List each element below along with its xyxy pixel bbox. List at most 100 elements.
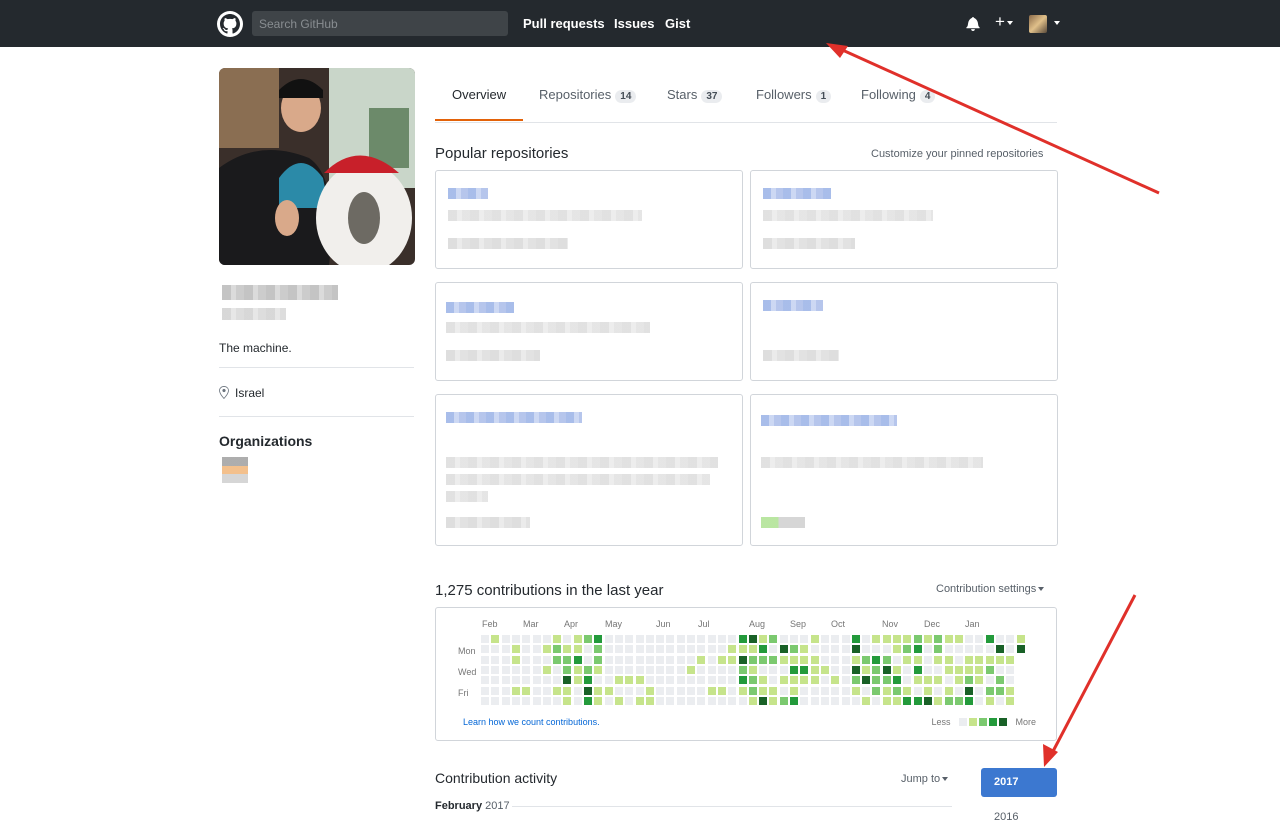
contribution-day-cell[interactable]	[893, 686, 901, 695]
contribution-day-cell[interactable]	[831, 696, 840, 705]
contribution-day-cell[interactable]	[810, 696, 819, 705]
contribution-day-cell[interactable]	[923, 686, 932, 695]
contribution-day-cell[interactable]	[985, 655, 994, 664]
contribution-day-cell[interactable]	[563, 686, 572, 695]
contribution-day-cell[interactable]	[594, 655, 603, 664]
pinned-repo-card[interactable]	[750, 394, 1058, 546]
contribution-day-cell[interactable]	[604, 665, 613, 674]
contribution-day-cell[interactable]	[996, 635, 1004, 643]
contribution-day-cell[interactable]	[553, 645, 562, 654]
tab-followers[interactable]: Followers 1	[756, 87, 832, 103]
contribution-day-cell[interactable]	[872, 645, 881, 654]
contribution-day-cell[interactable]	[851, 645, 860, 654]
contribution-day-cell[interactable]	[779, 635, 788, 643]
contribution-day-cell[interactable]	[687, 665, 695, 674]
contribution-day-cell[interactable]	[872, 686, 881, 695]
contribution-day-cell[interactable]	[975, 665, 984, 674]
contribution-day-cell[interactable]	[553, 665, 562, 674]
contribution-day-cell[interactable]	[697, 676, 706, 685]
contribution-day-cell[interactable]	[934, 676, 943, 685]
contribution-day-cell[interactable]	[542, 686, 551, 695]
contribution-day-cell[interactable]	[759, 655, 768, 664]
contribution-day-cell[interactable]	[965, 696, 974, 705]
contribution-day-cell[interactable]	[975, 645, 984, 654]
contribution-day-cell[interactable]	[872, 635, 881, 643]
contribution-day-cell[interactable]	[594, 665, 603, 674]
contribution-day-cell[interactable]	[717, 655, 726, 664]
contribution-day-cell[interactable]	[748, 655, 757, 664]
contribution-day-cell[interactable]	[893, 635, 901, 643]
contribution-day-cell[interactable]	[965, 665, 974, 674]
contribution-day-cell[interactable]	[511, 635, 520, 643]
contribution-day-cell[interactable]	[769, 635, 778, 643]
contribution-day-cell[interactable]	[1006, 686, 1015, 695]
contribution-day-cell[interactable]	[913, 686, 922, 695]
contribution-day-cell[interactable]	[996, 676, 1004, 685]
contribution-day-cell[interactable]	[923, 645, 932, 654]
tab-following[interactable]: Following 4	[861, 87, 936, 103]
contribution-day-cell[interactable]	[553, 686, 562, 695]
contribution-day-cell[interactable]	[511, 686, 520, 695]
contribution-day-cell[interactable]	[872, 676, 881, 685]
contribution-day-cell[interactable]	[934, 645, 943, 654]
contribution-day-cell[interactable]	[522, 665, 531, 674]
contribution-day-cell[interactable]	[820, 686, 829, 695]
contribution-day-cell[interactable]	[893, 645, 901, 654]
contribution-day-cell[interactable]	[511, 645, 520, 654]
contribution-day-cell[interactable]	[563, 635, 572, 643]
contribution-day-cell[interactable]	[944, 655, 953, 664]
contribution-day-cell[interactable]	[573, 686, 582, 695]
contribution-day-cell[interactable]	[934, 635, 943, 643]
contribution-day-cell[interactable]	[934, 665, 943, 674]
contribution-day-cell[interactable]	[501, 645, 510, 654]
contribution-day-cell[interactable]	[604, 696, 613, 705]
contribution-day-cell[interactable]	[882, 676, 891, 685]
contribution-day-cell[interactable]	[666, 665, 675, 674]
contribution-day-cell[interactable]	[501, 686, 510, 695]
contribution-day-cell[interactable]	[635, 696, 644, 705]
contribution-day-cell[interactable]	[779, 665, 788, 674]
nav-issues[interactable]: Issues	[614, 16, 654, 31]
contribution-day-cell[interactable]	[707, 686, 716, 695]
contribution-day-cell[interactable]	[996, 665, 1004, 674]
contribution-day-cell[interactable]	[542, 645, 551, 654]
contribution-day-cell[interactable]	[584, 686, 592, 695]
contribution-day-cell[interactable]	[882, 635, 891, 643]
contribution-day-cell[interactable]	[985, 696, 994, 705]
contribution-day-cell[interactable]	[923, 655, 932, 664]
contribution-day-cell[interactable]	[872, 665, 881, 674]
contribution-day-cell[interactable]	[614, 635, 623, 643]
contribution-day-cell[interactable]	[676, 645, 685, 654]
organization-avatar[interactable]	[222, 457, 248, 483]
contribution-day-cell[interactable]	[728, 645, 737, 654]
contribution-day-cell[interactable]	[656, 645, 665, 654]
contribution-day-cell[interactable]	[841, 676, 850, 685]
contribution-day-cell[interactable]	[985, 635, 994, 643]
contribution-day-cell[interactable]	[769, 686, 778, 695]
contribution-day-cell[interactable]	[944, 686, 953, 695]
contribution-day-cell[interactable]	[944, 676, 953, 685]
contribution-day-cell[interactable]	[996, 686, 1004, 695]
contribution-day-cell[interactable]	[491, 655, 500, 664]
contribution-day-cell[interactable]	[625, 655, 634, 664]
contribution-day-cell[interactable]	[491, 696, 500, 705]
search-input[interactable]	[252, 11, 508, 36]
contribution-day-cell[interactable]	[820, 655, 829, 664]
contribution-day-cell[interactable]	[882, 696, 891, 705]
contribution-day-cell[interactable]	[573, 676, 582, 685]
contribution-day-cell[interactable]	[676, 635, 685, 643]
contribution-day-cell[interactable]	[501, 635, 510, 643]
tab-overview[interactable]: Overview	[452, 87, 506, 102]
contribution-day-cell[interactable]	[645, 686, 654, 695]
contribution-day-cell[interactable]	[759, 645, 768, 654]
contribution-day-cell[interactable]	[645, 655, 654, 664]
contribution-day-cell[interactable]	[769, 696, 778, 705]
notifications-bell-icon[interactable]	[966, 16, 980, 31]
contribution-day-cell[interactable]	[625, 676, 634, 685]
contribution-day-cell[interactable]	[790, 645, 798, 654]
contribution-day-cell[interactable]	[913, 665, 922, 674]
repo-name-redacted[interactable]	[446, 302, 514, 313]
contribution-day-cell[interactable]	[769, 655, 778, 664]
contribution-day-cell[interactable]	[707, 665, 716, 674]
contribution-day-cell[interactable]	[913, 676, 922, 685]
